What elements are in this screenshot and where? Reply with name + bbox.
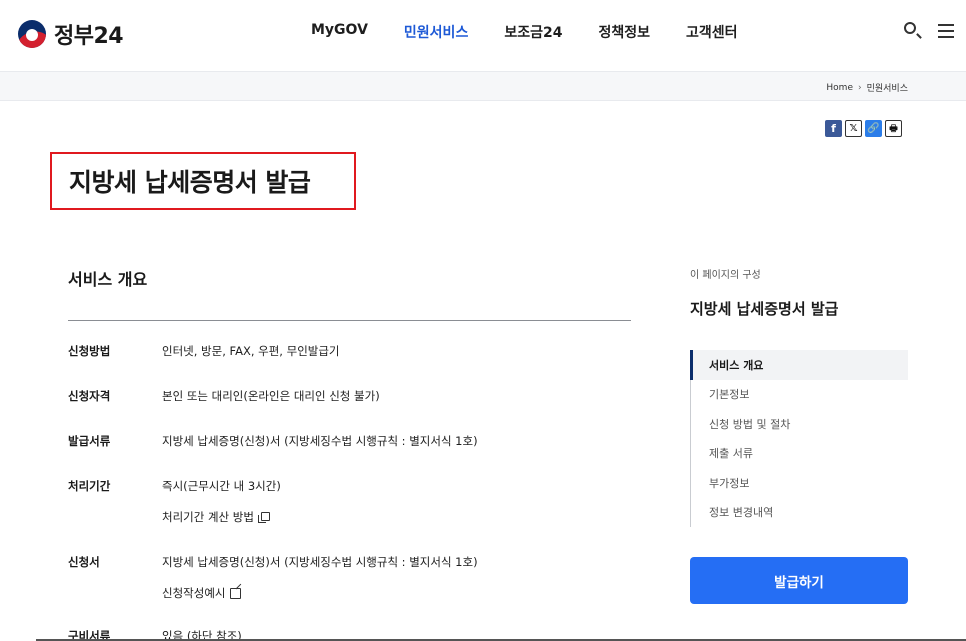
issue-button[interactable]: 발급하기 [690, 557, 908, 604]
toc-title: 지방세 납세증명서 발급 [690, 300, 839, 318]
chevron-right-icon: › [857, 82, 862, 93]
value-processing-time: 즉시(근무시간 내 3시간) [162, 479, 281, 493]
search-icon[interactable] [902, 20, 922, 40]
section-title-overview: 서비스 개요 [68, 270, 148, 289]
toc-caption: 이 페이지의 구성 [690, 270, 761, 281]
main-nav: MyGOV 민원서비스 보조금24 정책정보 고객센터 [311, 22, 774, 42]
application-example-label: 신청작성예시 [162, 586, 226, 600]
taegeuk-logo-icon [18, 20, 46, 48]
value-issued-document: 지방세 납세증명(신청)서 (지방세징수법 시행규칙 : 별지서식 1호) [162, 434, 478, 448]
breadcrumb-bar: Home › 민원서비스 [0, 71, 966, 101]
toc-item-procedure[interactable]: 신청 방법 및 절차 [691, 409, 908, 439]
toc-item-overview[interactable]: 서비스 개요 [690, 350, 908, 380]
page-title: 지방세 납세증명서 발급 [69, 168, 311, 197]
label-issued-document: 발급서류 [68, 434, 111, 448]
x-twitter-icon[interactable]: 𝕏 [845, 120, 862, 137]
toc-item-change-history[interactable]: 정보 변경내역 [691, 498, 908, 528]
value-application-form: 지방세 납세증명(신청)서 (지방세징수법 시행규칙 : 별지서식 1호) [162, 555, 478, 569]
processing-time-calc-label: 처리기간 계산 방법 [162, 510, 254, 524]
facebook-icon[interactable]: f [825, 120, 842, 137]
value-eligibility: 본인 또는 대리인(온라인은 대리인 신청 불가) [162, 389, 380, 403]
label-application-form: 신청서 [68, 555, 100, 569]
section-divider [68, 320, 631, 321]
nav-mygov[interactable]: MyGOV [311, 22, 368, 42]
breadcrumb: Home › 민원서비스 [826, 81, 908, 95]
label-processing-time: 처리기간 [68, 479, 111, 493]
nav-policy-info[interactable]: 정책정보 [598, 22, 650, 42]
application-example-link[interactable]: 신청작성예시 [162, 585, 242, 601]
label-eligibility: 신청자격 [68, 389, 111, 403]
toc-item-additional-info[interactable]: 부가정보 [691, 468, 908, 498]
site-logo[interactable]: 정부24 [18, 18, 124, 50]
value-apply-method: 인터넷, 방문, FAX, 우편, 무인발급기 [162, 344, 340, 358]
toc-item-basic-info[interactable]: 기본정보 [691, 380, 908, 410]
label-apply-method: 신청방법 [68, 344, 111, 358]
toc-list: 서비스 개요 기본정보 신청 방법 및 절차 제출 서류 부가정보 정보 변경내… [690, 350, 908, 527]
external-link-icon [230, 587, 242, 599]
nav-subsidy24[interactable]: 보조금24 [504, 22, 562, 42]
toc-item-documents[interactable]: 제출 서류 [691, 439, 908, 469]
copy-icon [257, 511, 270, 523]
share-buttons: f 𝕏 🔗 🖶 [825, 120, 905, 137]
site-header: 정부24 MyGOV 민원서비스 보조금24 정책정보 고객센터 [0, 0, 966, 70]
link-copy-icon[interactable]: 🔗 [865, 120, 882, 137]
processing-time-calc-link[interactable]: 처리기간 계산 방법 [162, 509, 270, 525]
page-title-highlight: 지방세 납세증명서 발급 [50, 152, 356, 210]
hamburger-menu-icon[interactable] [936, 20, 956, 40]
breadcrumb-home[interactable]: Home [826, 83, 853, 93]
logo-text: 정부24 [54, 24, 124, 49]
print-icon[interactable]: 🖶 [885, 120, 902, 137]
nav-civil-service[interactable]: 민원서비스 [404, 22, 468, 42]
nav-customer-center[interactable]: 고객센터 [686, 22, 738, 42]
breadcrumb-current[interactable]: 민원서비스 [867, 81, 908, 94]
header-actions [888, 20, 956, 40]
